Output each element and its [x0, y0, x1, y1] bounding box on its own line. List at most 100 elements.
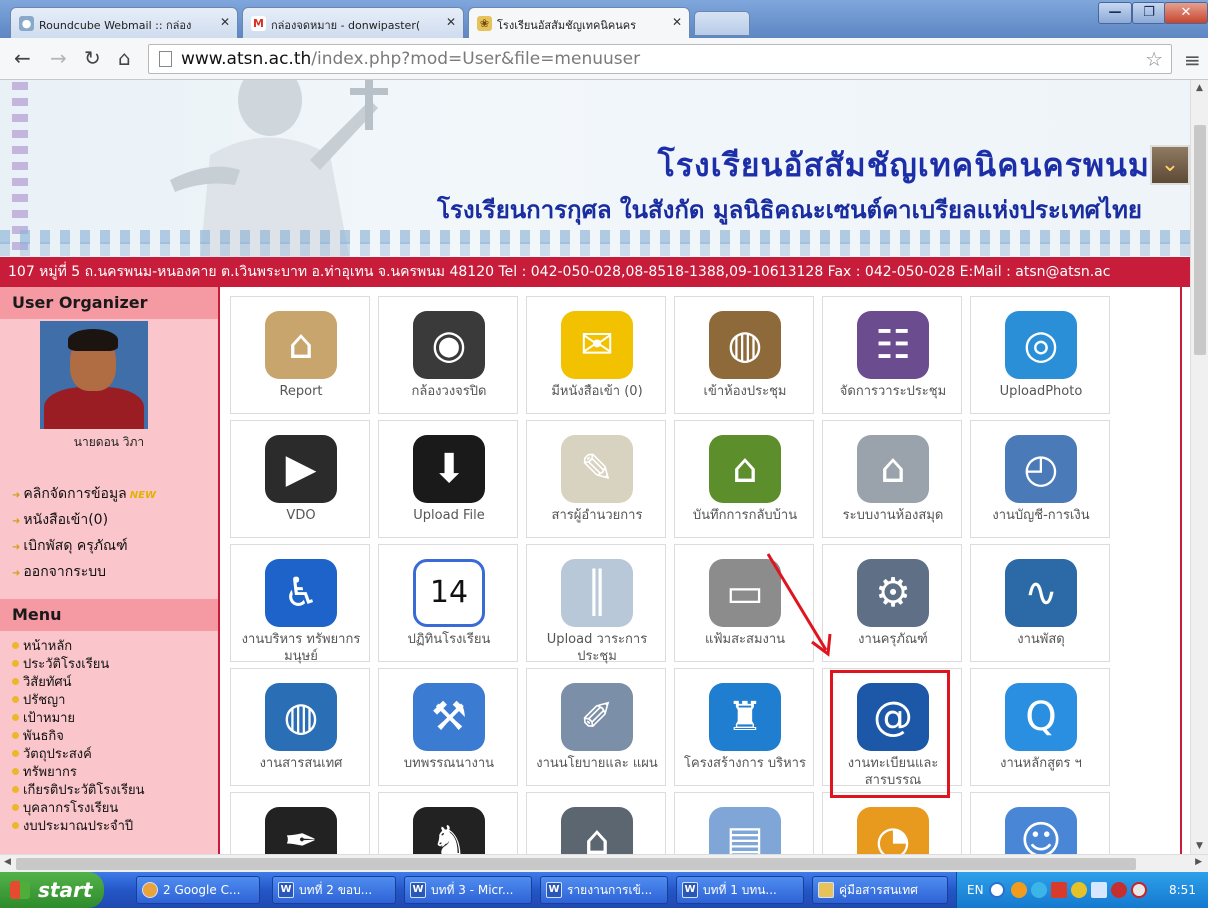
tab-close-icon[interactable]: ✕: [446, 15, 456, 29]
scroll-up-icon[interactable]: ▲: [1196, 83, 1203, 93]
forward-arrow-icon[interactable]: →: [50, 46, 67, 70]
address-bar[interactable]: www.atsn.ac.th/index.php?mod=User&file=m…: [148, 44, 1172, 74]
app-tile[interactable]: ∿ งานพัสดุ: [970, 544, 1110, 662]
app-tile-label: งานพัสดุ: [1017, 632, 1065, 647]
scroll-left-icon[interactable]: ◀: [4, 857, 11, 867]
tray-app-icon[interactable]: [1091, 882, 1107, 898]
maximize-button[interactable]: ❐: [1132, 2, 1166, 24]
tray-app-icon[interactable]: [1071, 882, 1087, 898]
scroll-paper-icon: ✐: [561, 683, 633, 751]
tab-close-icon[interactable]: ✕: [672, 15, 682, 29]
tray-app-icon[interactable]: [1111, 882, 1127, 898]
app-tile[interactable]: ◍ เข้าห้องประชุม: [674, 296, 814, 414]
windows-taskbar: start 2 Google C... W บทที่ 2 ขอบ... W บทท…: [0, 872, 1208, 908]
scroll-thumb[interactable]: [1194, 125, 1206, 355]
sidebar-link-logout[interactable]: ➜ ออกจากระบบ: [12, 561, 106, 583]
app-tile[interactable]: ☷ จัดการวาระประชุม: [822, 296, 962, 414]
sidebar-link-manage-data[interactable]: ➜ คลิกจัดการข้อมูล NEW: [12, 483, 156, 505]
tray-app-icon[interactable]: [1031, 882, 1047, 898]
app-tile[interactable]: ⚙ งานครุภัณฑ์: [822, 544, 962, 662]
start-button[interactable]: start: [0, 872, 104, 908]
tray-app-icon[interactable]: [1051, 882, 1067, 898]
taskbar-item-chrome[interactable]: 2 Google C...: [136, 876, 260, 904]
scroll-down-icon[interactable]: ▼: [1196, 841, 1203, 851]
app-tile[interactable]: ◎ UploadPhoto: [970, 296, 1110, 414]
camera-icon: ◎: [1005, 311, 1077, 379]
app-tile-label: งานหลักสูตร ฯ: [1000, 756, 1082, 771]
app-tile[interactable]: ⌂ Report: [230, 296, 370, 414]
app-tile[interactable]: ⌂ บันทึกการกลับบ้าน: [674, 420, 814, 538]
app-tile[interactable]: ✎ สารผู้อำนวยการ: [526, 420, 666, 538]
gmail-icon: M: [251, 16, 266, 31]
app-tile-label: กล้องวงจรปิด: [411, 384, 487, 399]
zipper-icon: ║: [561, 559, 633, 627]
app-tile[interactable]: ♿ งานบริหาร ทรัพยากรมนุษย์: [230, 544, 370, 664]
app-tile-label: งานสารสนเทศ: [259, 756, 343, 771]
chevron-down-icon[interactable]: ⌄: [1150, 145, 1190, 185]
scroll-right-icon[interactable]: ▶: [1195, 857, 1202, 867]
tray-back-icon[interactable]: [989, 882, 1005, 898]
app-tile[interactable]: ⚒ บทพรรณนางาน: [378, 668, 518, 786]
tray-app-icon[interactable]: [1011, 882, 1027, 898]
taskbar-item-word[interactable]: W บทที่ 2 ขอบ...: [272, 876, 396, 904]
system-tray: EN 8:51: [956, 872, 1208, 908]
taskbar-item-word[interactable]: W รายงานการเข้...: [540, 876, 668, 904]
app-tile[interactable]: ◴ งานบัญชี-การเงิน: [970, 420, 1110, 538]
app-tile[interactable]: ☺: [970, 792, 1110, 854]
taskbar-item-word[interactable]: W บทที่ 1 บทน...: [676, 876, 804, 904]
language-indicator[interactable]: EN: [967, 883, 984, 897]
finder-icon: ☺: [1005, 807, 1077, 854]
app-tile[interactable]: ▶ VDO: [230, 420, 370, 538]
app-tile[interactable]: ✒: [230, 792, 370, 854]
app-tile[interactable]: ⌂ ระบบงานห้องสมุด: [822, 420, 962, 538]
tab-label: โรงเรียนอัสสัมชัญเทคนิคนคร: [497, 19, 636, 32]
activity-monitor-icon: ∿: [1005, 559, 1077, 627]
house-roof-icon: ⌂: [561, 807, 633, 854]
armchair-icon: ♜: [709, 683, 781, 751]
clock: 8:51: [1169, 883, 1196, 897]
app-tile-label: สารผู้อำนวยการ: [551, 508, 643, 523]
app-tile[interactable]: ⬇ Upload File: [378, 420, 518, 538]
new-tab-button[interactable]: [694, 11, 750, 36]
app-tile[interactable]: ◍ งานสารสนเทศ: [230, 668, 370, 786]
tab-roundcube[interactable]: ● Roundcube Webmail :: กล่อง ✕: [10, 7, 238, 38]
tab-close-icon[interactable]: ✕: [220, 15, 230, 29]
app-tile[interactable]: ▤: [674, 792, 814, 854]
app-tile[interactable]: ♞: [378, 792, 518, 854]
sidebar-link-inbox[interactable]: ➜ หนังสือเข้า(0): [12, 509, 108, 531]
menu-item[interactable]: งบประมาณประจำปี: [12, 815, 133, 836]
app-tile[interactable]: ♜ โครงสร้างการ บริหาร: [674, 668, 814, 786]
tray-app-icon[interactable]: [1131, 882, 1147, 898]
browser-menu-icon[interactable]: ≡: [1184, 48, 1201, 72]
reload-icon[interactable]: ↻: [84, 46, 101, 70]
app-tile[interactable]: 14 ปฏิทินโรงเรียน: [378, 544, 518, 662]
sidebar-link-supplies[interactable]: ➜ เบิกพัสดุ ครุภัณฑ์: [12, 535, 128, 557]
chess-knight-icon: ♞: [413, 807, 485, 854]
back-arrow-icon[interactable]: ←: [14, 46, 31, 70]
tab-gmail[interactable]: M กล่องจดหมาย - donwipaster( ✕: [242, 7, 464, 38]
vertical-scrollbar[interactable]: ▲ ▼: [1190, 80, 1208, 854]
tab-school[interactable]: ❀ โรงเรียนอัสสัมชัญเทคนิคนคร ✕: [468, 7, 690, 38]
app-tile[interactable]: ◔: [822, 792, 962, 854]
app-tile[interactable]: ⌂: [526, 792, 666, 854]
app-tile[interactable]: ◉ กล้องวงจรปิด: [378, 296, 518, 414]
app-tile-label: งานบัญชี-การเงิน: [992, 508, 1090, 523]
minimize-button[interactable]: —: [1098, 2, 1132, 24]
home-icon[interactable]: ⌂: [118, 46, 131, 70]
ink-bottle-icon: ✒: [265, 807, 337, 854]
bookmark-star-icon[interactable]: ☆: [1145, 47, 1163, 71]
close-window-button[interactable]: ✕: [1164, 2, 1208, 24]
app-tile[interactable]: ✐ งานนโยบายและ แผน: [526, 668, 666, 786]
horizontal-scrollbar[interactable]: ◀ ▶: [0, 854, 1208, 872]
app-tile[interactable]: ✉ มีหนังสือเข้า (0): [526, 296, 666, 414]
scroll-thumb[interactable]: [16, 858, 1136, 870]
banner-wave-decoration: [0, 242, 1190, 256]
arrow-bullet-icon: ➜: [12, 568, 21, 579]
taskbar-item-word[interactable]: W บทที่ 3 - Micr...: [404, 876, 532, 904]
app-tile[interactable]: Q งานหลักสูตร ฯ: [970, 668, 1110, 786]
gauge-icon: ◴: [1005, 435, 1077, 503]
school-banner: โรงเรียนอัสสัมชัญเทคนิคนครพนม โรงเรียนกา…: [0, 80, 1190, 257]
app-tile[interactable]: ║ Upload วาระการ ประชุม: [526, 544, 666, 664]
taskbar-item-folder[interactable]: คู่มือสารสนเทศ: [812, 876, 948, 904]
app-tile-label: โครงสร้างการ บริหาร: [684, 756, 806, 771]
